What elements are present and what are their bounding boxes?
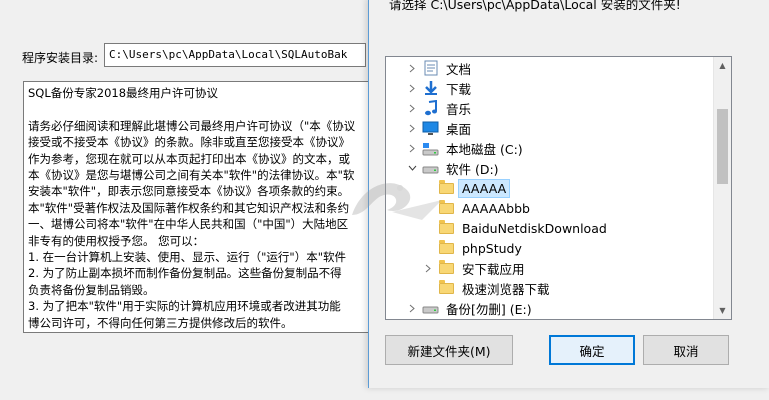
tree-item-label: 软件 (D:) — [446, 161, 499, 177]
chevron-right-icon[interactable] — [406, 82, 418, 94]
folder-icon — [438, 259, 455, 276]
tree-item-label: phpStudy — [462, 240, 522, 256]
folder-icon — [438, 219, 455, 236]
tree-item-label: AAAAA — [457, 178, 511, 198]
chevron-right-icon[interactable] — [406, 302, 418, 314]
folder-icon — [438, 179, 455, 196]
license-line: 非专有的使用权授予您。 您可以： — [28, 233, 205, 248]
scroll-up-arrow-icon[interactable]: ▲ — [714, 57, 731, 74]
license-line: 负责将备份复制品销毁。 — [28, 282, 155, 297]
tree-item-label: 安下载应用 — [462, 261, 525, 277]
folder-tree-list: 文档下载音乐桌面本地磁盘 (C:) 软件 (D:) AAAAA AAAAAbbb Bai… — [386, 57, 714, 319]
license-line: 安装本"软件"，即表示您同意接受本《协议》各项条款的约束。 — [28, 184, 350, 199]
license-line: 一、堪博公司将本"软件"在中华人民共和国（"中国"）大陆地区 — [28, 217, 349, 232]
chevron-right-icon[interactable] — [406, 62, 418, 74]
license-text-box[interactable]: SQL备份专家2018最终用户许可协议 请务必仔细阅读和理解此堪博公司最终用户许… — [23, 81, 369, 333]
tree-item-label: AAAAAbbb — [462, 200, 530, 216]
tree-item-label: 备份[勿删] (E:) — [446, 301, 532, 317]
license-line: 2. 为了防止副本损坏而制作备份复制品。这些备份复制品不得 — [28, 266, 342, 281]
ok-button[interactable]: 确定 — [549, 335, 635, 365]
scroll-down-arrow-icon[interactable]: ▼ — [714, 302, 731, 319]
tree-item-label: 文档 — [446, 61, 472, 77]
install-path-label: 程序安装目录: — [22, 51, 99, 65]
tree-item[interactable]: 桌面 — [386, 118, 714, 138]
folder-icon — [438, 199, 455, 216]
scrollbar-thumb[interactable] — [717, 109, 728, 184]
music-icon — [422, 100, 439, 116]
license-line: 本"软件"受著作权法及国际著作权条约和其它知识产权法和条约 — [28, 200, 350, 215]
cancel-button[interactable]: 取消 — [643, 335, 729, 365]
drive-d-icon — [422, 160, 439, 176]
tree-item[interactable]: 极速浏览器下载 — [386, 278, 714, 298]
dialog-prompt-text: 请选择 C:\Users\pc\AppData\Local 安装的文件夹! — [389, 0, 681, 12]
tree-item-label: 下载 — [446, 81, 472, 97]
desktop-icon — [422, 120, 439, 136]
tree-scrollbar[interactable]: ▲ ▼ — [713, 57, 731, 319]
chevron-right-icon[interactable] — [406, 142, 418, 154]
installer-window: 程序安装目录: C:\Users\pc\AppData\Local\SQLAut… — [0, 0, 369, 400]
license-line: SQL备份专家2018最终用户许可协议 — [28, 86, 219, 100]
tree-item[interactable]: AAAAA — [386, 178, 714, 198]
license-line: 博公司许可，不得向任何第三方提供修改后的软件。 — [28, 315, 293, 330]
tree-item-label: BaiduNetdiskDownload — [462, 220, 607, 236]
chevron-right-icon[interactable] — [406, 122, 418, 134]
tree-item[interactable]: 备份[勿删] (E:) — [386, 298, 714, 318]
tree-item[interactable]: 文档 — [386, 58, 714, 78]
tree-item[interactable]: 下载 — [386, 78, 714, 98]
tree-item-label: 极速浏览器下载 — [462, 281, 550, 297]
download-icon — [422, 80, 439, 96]
license-line: 请务必仔细阅读和理解此堪博公司最终用户许可协议（"本《协议 — [28, 118, 356, 133]
license-line — [28, 101, 364, 117]
documents-icon — [422, 60, 439, 76]
tree-item[interactable]: phpStudy — [386, 238, 714, 258]
tree-item[interactable]: AAAAAbbb — [386, 198, 714, 218]
tree-item[interactable]: 音乐 — [386, 98, 714, 118]
tree-item-label: 桌面 — [446, 121, 472, 137]
tree-item[interactable]: 本地磁盘 (C:) — [386, 138, 714, 158]
license-line: 3. 为了把本"软件"用于实际的计算机应用环境或者改进其功能 — [28, 299, 341, 314]
install-path-input[interactable]: C:\Users\pc\AppData\Local\SQLAutoBak — [104, 43, 366, 67]
license-line: 本《协议》是您与堪博公司之间有关本"软件"的法律协议。本"软 — [28, 168, 355, 183]
chevron-right-icon[interactable] — [422, 262, 434, 274]
license-line: 二、您保证： — [28, 331, 364, 332]
folder-tree[interactable]: 文档下载音乐桌面本地磁盘 (C:) 软件 (D:) AAAAA AAAAAbbb Bai… — [385, 56, 732, 320]
tree-item-label: 音乐 — [446, 101, 472, 117]
chevron-down-icon[interactable] — [406, 162, 418, 174]
folder-icon — [438, 239, 455, 256]
license-line: 接受或不接受本《协议》的条款。除非或直至您接受本《协议》 — [28, 135, 350, 150]
license-line: 作为参考，您现在就可以从本页起打印出本《协议》的文本，或 — [28, 151, 350, 166]
license-line: 1. 在一台计算机上安装、使用、显示、运行（"运行"）本"软件 — [28, 250, 346, 265]
drive-c-icon — [422, 140, 439, 156]
new-folder-button[interactable]: 新建文件夹(M) — [385, 335, 513, 365]
folder-icon — [438, 279, 455, 296]
chevron-right-icon[interactable] — [406, 102, 418, 114]
tree-item[interactable]: 安下载应用 — [386, 258, 714, 278]
tree-item-label: 本地磁盘 (C:) — [446, 141, 523, 157]
tree-item[interactable]: BaiduNetdiskDownload — [386, 218, 714, 238]
tree-item[interactable]: 软件 (D:) — [386, 158, 714, 178]
drive-e-icon — [422, 300, 439, 316]
browse-folder-dialog: 请选择 C:\Users\pc\AppData\Local 安装的文件夹! 文档… — [368, 0, 769, 388]
